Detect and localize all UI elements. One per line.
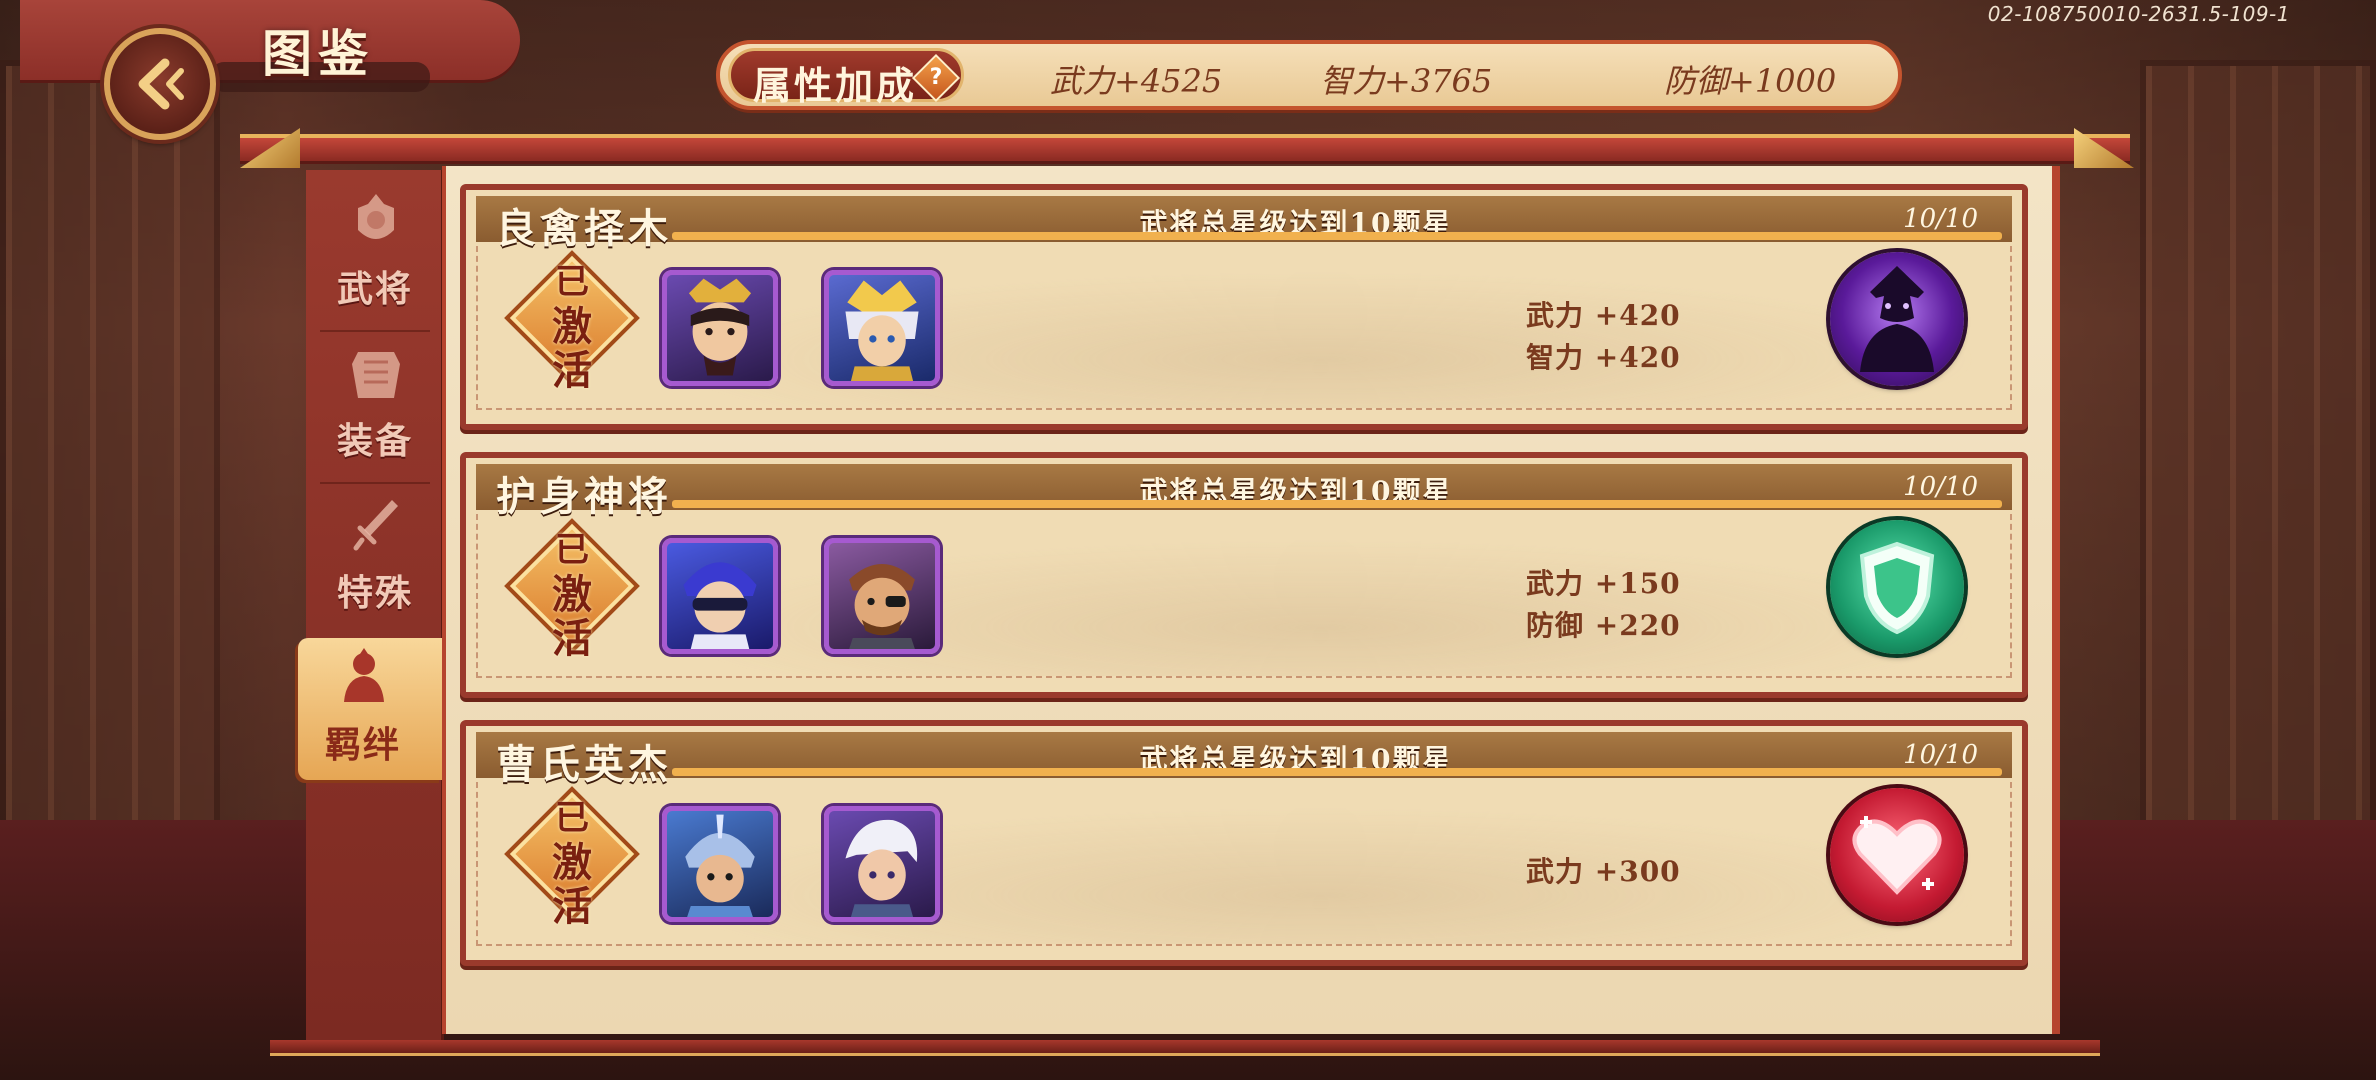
tab-bonds[interactable]: 羁绊 xyxy=(298,638,442,780)
bond-bonus: 武力 +150 xyxy=(1526,567,1681,600)
armor-icon xyxy=(352,352,400,398)
tab-label-heroes: 武将 xyxy=(336,268,413,310)
attribute-bonus-bar: 属性加成 ? 武力+4525 智力+3765 防御+1000 xyxy=(716,40,1902,110)
back-button[interactable] xyxy=(104,28,216,140)
hero-face-icon xyxy=(688,278,752,376)
hero-portrait[interactable] xyxy=(824,538,940,654)
bond-progress-bar xyxy=(672,768,2002,776)
hero-portrait[interactable] xyxy=(662,270,778,386)
bond-card: 曹氏英杰 武将总星级达到10颗星 10/10 已 激 活 武力 +300 xyxy=(460,720,2028,966)
background-screen-left xyxy=(0,60,220,860)
activated-badge: 已 激 活 xyxy=(504,250,640,394)
heart-icon[interactable] xyxy=(1830,788,1964,922)
help-icon[interactable]: ? xyxy=(911,53,961,103)
hero-portrait[interactable] xyxy=(662,806,778,922)
bond-bonus: 智力 +420 xyxy=(1526,341,1681,374)
bond-bonus: 武力 +420 xyxy=(1526,299,1681,332)
hero-face-icon xyxy=(849,564,915,649)
heart-graphic xyxy=(1852,816,1942,895)
hero-face-icon xyxy=(685,814,755,917)
bond-card: 护身神将 武将总星级达到10颗星 10/10 已 激 活 武力 +150 防御 … xyxy=(460,452,2028,698)
tab-label-special: 特殊 xyxy=(336,572,413,614)
hero-portrait[interactable] xyxy=(824,806,940,922)
tab-divider xyxy=(320,482,430,484)
tab-label-bonds: 羁绊 xyxy=(324,724,401,766)
sword-icon xyxy=(353,500,398,551)
help-glyph: ? xyxy=(929,65,943,90)
warrior-icon xyxy=(344,648,384,702)
tab-special[interactable]: 特殊 xyxy=(310,486,440,628)
attribute-label-pill: 属性加成 ? xyxy=(728,48,964,108)
shield-icon[interactable] xyxy=(1830,520,1964,654)
hero-face-icon xyxy=(683,562,757,649)
attribute-value-force: 武力+4525 xyxy=(1050,62,1223,100)
build-id: 02-108750010-2631.5-109-1 xyxy=(1987,2,2290,26)
bond-progress-bar xyxy=(672,232,2002,240)
shadow-figure-graphic xyxy=(1860,266,1934,372)
bond-progress-text: 10/10 xyxy=(1903,204,1978,234)
badge-char-3: 活 xyxy=(552,615,592,662)
bond-progress-bar xyxy=(672,500,2002,508)
shield-graphic xyxy=(1859,541,1935,635)
bond-card: 良禽择木 武将总星级达到10颗星 10/10 已 激 活 武力 +420 智力 … xyxy=(460,184,2028,430)
board-top-rod xyxy=(240,134,2130,164)
hero-face-icon xyxy=(845,280,919,381)
page-title: 图鉴 xyxy=(262,24,374,83)
bond-progress-text: 10/10 xyxy=(1903,472,1978,502)
tab-heroes[interactable]: 武将 xyxy=(310,182,440,324)
board-bottom-rod xyxy=(270,1040,2100,1056)
bond-progress-text: 10/10 xyxy=(1903,740,1978,770)
hero-portrait[interactable] xyxy=(662,538,778,654)
back-arrow-icon xyxy=(138,58,184,110)
tab-label-equipment: 装备 xyxy=(336,420,413,462)
card-header: 曹氏英杰 武将总星级达到10颗星 10/10 xyxy=(476,732,2012,788)
hero-portrait[interactable] xyxy=(824,270,940,386)
attribute-value-defense: 防御+1000 xyxy=(1664,62,1837,100)
background-screen-right xyxy=(2140,60,2376,860)
attribute-label: 属性加成 xyxy=(753,63,918,108)
attribute-value-intelligence: 智力+3765 xyxy=(1320,62,1493,100)
card-header: 护身神将 武将总星级达到10颗星 10/10 xyxy=(476,464,2012,520)
tab-divider xyxy=(320,330,430,332)
game-screen: 02-108750010-2631.5-109-1 图鉴 属性加成 ? 武力+4… xyxy=(0,0,2376,1080)
helmet-icon xyxy=(358,194,394,239)
tab-equipment[interactable]: 装备 xyxy=(310,334,440,476)
badge-char-3: 活 xyxy=(552,347,592,394)
bond-bonus: 武力 +300 xyxy=(1526,855,1681,888)
activated-badge: 已 激 活 xyxy=(504,786,640,930)
shadow-figure-icon[interactable] xyxy=(1830,252,1964,386)
hero-face-icon xyxy=(845,819,918,917)
bond-bonus: 防御 +220 xyxy=(1526,609,1681,642)
activated-badge: 已 激 活 xyxy=(504,518,640,662)
card-header: 良禽择木 武将总星级达到10颗星 10/10 xyxy=(476,196,2012,252)
badge-char-3: 活 xyxy=(552,883,592,930)
